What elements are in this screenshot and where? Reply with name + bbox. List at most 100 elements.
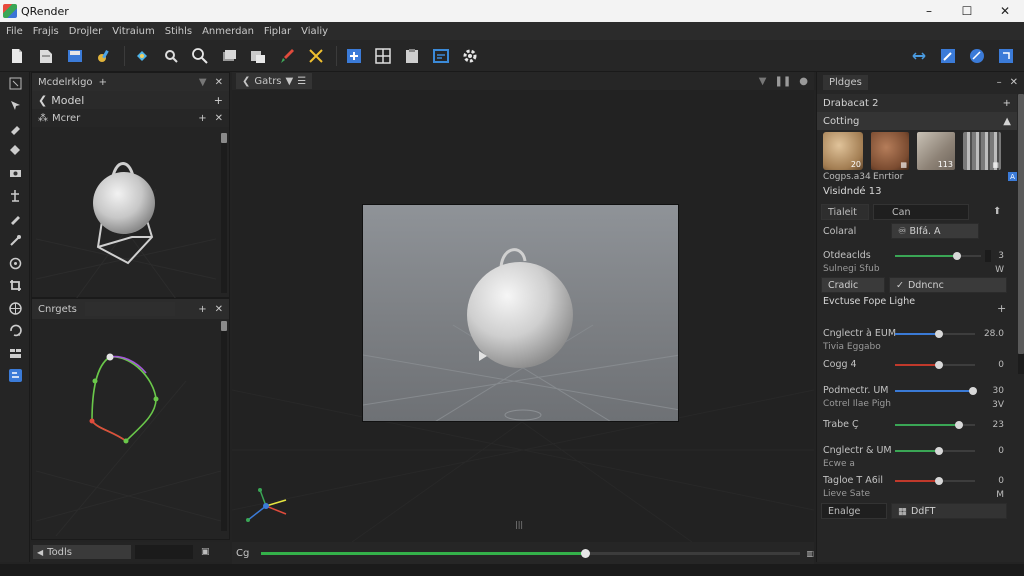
material-swatch-wood[interactable]: 20: [823, 132, 863, 170]
rotate-icon[interactable]: [0, 117, 30, 140]
tools-tab[interactable]: ◀ Todls: [33, 545, 131, 559]
brush-icon[interactable]: [276, 45, 298, 67]
menu-anmerdan[interactable]: Anmerdan: [200, 26, 262, 37]
eyedropper-icon[interactable]: [0, 207, 30, 230]
cut-icon[interactable]: [305, 45, 327, 67]
pen-icon[interactable]: [0, 185, 30, 208]
axis-gizmo-icon[interactable]: [238, 482, 298, 532]
dataset-add[interactable]: +: [1003, 98, 1017, 109]
menu-frajis[interactable]: Frajis: [31, 26, 67, 37]
material-swatch-metal[interactable]: ▦: [963, 132, 1001, 170]
zoom-in-icon[interactable]: [160, 45, 182, 67]
mesh-close-button[interactable]: ✕: [215, 113, 223, 124]
light-slider-1[interactable]: [895, 330, 975, 338]
clipboard-icon[interactable]: [401, 45, 423, 67]
control-dropdown[interactable]: ♾ BIfá. A: [891, 223, 979, 239]
curve-handle[interactable]: [106, 353, 114, 361]
expand-icon[interactable]: [995, 45, 1017, 67]
viewport-record-icon[interactable]: ●: [799, 76, 808, 87]
light-slider-6[interactable]: [895, 477, 975, 485]
grid-icon[interactable]: [372, 45, 394, 67]
mesh-item-header[interactable]: ⁂ Mcrer + ✕: [32, 109, 229, 127]
select-icon[interactable]: [0, 72, 30, 95]
tolerance-input[interactable]: Can: [873, 204, 969, 220]
curves-add-button[interactable]: +: [198, 304, 206, 315]
curves-search-field[interactable]: [84, 302, 175, 316]
panel-close-icon[interactable]: ✕: [215, 77, 223, 88]
curves-graph[interactable]: [36, 321, 221, 536]
python-icon[interactable]: [0, 365, 30, 388]
save-icon[interactable]: [64, 45, 86, 67]
close-button[interactable]: ✕: [986, 0, 1024, 22]
open-file-icon[interactable]: [35, 45, 57, 67]
3d-viewport[interactable]: |||: [232, 90, 814, 542]
menu-vialiy[interactable]: Vialiy: [299, 26, 336, 37]
default-button[interactable]: ▦ DdFT: [891, 503, 1007, 519]
tools-input[interactable]: [135, 545, 193, 559]
globe-icon[interactable]: [966, 45, 988, 67]
chevron-left-icon[interactable]: ❮: [38, 94, 47, 107]
mesh-add-button[interactable]: +: [198, 113, 206, 124]
viewport-pause-icon[interactable]: ❚❚: [775, 76, 792, 87]
lighting-add-button[interactable]: +: [997, 302, 1006, 315]
viewport-options-icon[interactable]: ▼: [759, 76, 767, 87]
menu-drojler[interactable]: Drojler: [67, 26, 111, 37]
slider-a[interactable]: [895, 252, 981, 260]
model-add-button[interactable]: +: [214, 94, 229, 107]
timeline-knob[interactable]: [580, 548, 590, 558]
search-icon[interactable]: [189, 45, 211, 67]
properties-tab[interactable]: Pldges: [823, 74, 868, 90]
menu-stihls[interactable]: Stihls: [163, 26, 200, 37]
tools-menu-icon[interactable]: ▣: [201, 547, 210, 557]
menu-file[interactable]: File: [4, 26, 31, 37]
move-icon[interactable]: [0, 95, 30, 118]
menu-fiplar[interactable]: Fiplar: [262, 26, 299, 37]
render-preview[interactable]: [362, 204, 679, 422]
frame-icon[interactable]: [430, 45, 452, 67]
diffuse-button[interactable]: ✓ Ddncnc: [889, 277, 1007, 293]
camera-icon[interactable]: [0, 140, 30, 163]
model-subheader[interactable]: ❮ Model +: [32, 91, 229, 109]
transform-icon[interactable]: [131, 45, 153, 67]
text-icon[interactable]: [0, 162, 30, 185]
cutting-section[interactable]: Cotting ▲: [817, 112, 1017, 130]
crop-icon[interactable]: [0, 275, 30, 298]
viewport-tab[interactable]: ❮ Gatrs ▼ ☰: [236, 73, 313, 89]
settings-icon[interactable]: [459, 45, 481, 67]
modeling-panel-add[interactable]: +: [99, 77, 107, 88]
menu-vitraium[interactable]: Vitraium: [110, 26, 162, 37]
light-slider-2[interactable]: [895, 361, 975, 369]
light-slider-5[interactable]: [895, 447, 975, 455]
enable-field[interactable]: Enalge: [821, 503, 887, 519]
duplicate-icon[interactable]: [247, 45, 269, 67]
link-icon[interactable]: [908, 45, 930, 67]
paint-icon[interactable]: [93, 45, 115, 67]
light-slider-4[interactable]: [895, 421, 975, 429]
timeline-end-icon[interactable]: ▥: [806, 549, 814, 558]
target-icon[interactable]: [0, 252, 30, 275]
layers-tool-icon[interactable]: [0, 342, 30, 365]
material-swatch-tile[interactable]: 113: [917, 132, 955, 170]
brush-tool-icon[interactable]: [0, 230, 30, 253]
new-file-icon[interactable]: [6, 45, 28, 67]
curves-scrollbar[interactable]: [221, 321, 227, 531]
layers-icon[interactable]: [218, 45, 240, 67]
timeline-slider[interactable]: [261, 548, 801, 558]
upload-icon[interactable]: ⬆: [993, 206, 1001, 217]
gradient-button[interactable]: Cradic: [821, 277, 885, 293]
properties-minimize[interactable]: –: [997, 77, 1002, 88]
warning-icon[interactable]: ▲: [1003, 116, 1017, 127]
menu-icon[interactable]: ☰: [297, 76, 306, 87]
info-badge-icon[interactable]: A: [1008, 172, 1017, 181]
material-swatch-leather[interactable]: ▦: [871, 132, 909, 170]
panel-collapse-icon[interactable]: ▼: [199, 77, 207, 88]
properties-scrollbar[interactable]: [1018, 94, 1024, 374]
edit-icon[interactable]: [937, 45, 959, 67]
dropdown-icon[interactable]: ▼: [286, 76, 294, 87]
modeling-scrollbar[interactable]: [221, 133, 227, 293]
dataset-row[interactable]: Drabacat 2 +: [817, 94, 1017, 112]
add-icon[interactable]: [343, 45, 365, 67]
rotate-tool-icon[interactable]: [0, 320, 30, 343]
curves-close-button[interactable]: ✕: [215, 304, 223, 315]
light-slider-3[interactable]: [895, 387, 978, 395]
